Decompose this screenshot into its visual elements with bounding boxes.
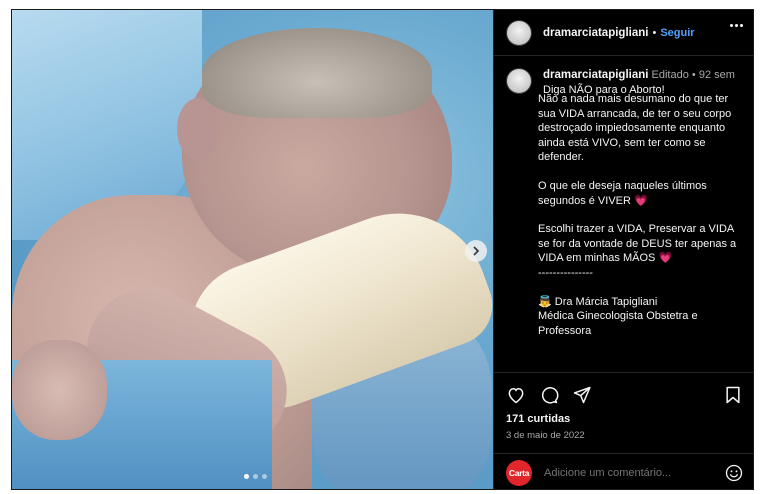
commenter-avatar: Carta	[506, 460, 532, 486]
signature-name: Dra Márcia Tapigliani	[554, 295, 658, 308]
signature: 👼 Dra Márcia Tapigliani Médica Ginecologi…	[538, 295, 748, 339]
follow-button[interactable]: Seguir	[660, 27, 694, 39]
carousel-dots	[244, 474, 267, 479]
angel-emoji: 👼	[538, 295, 552, 308]
post-window: dramarciatapigliani • Seguir dramarciata…	[11, 9, 754, 490]
heart-icon[interactable]	[506, 385, 526, 405]
caption-paragraph: O que ele deseja naqueles últimos segund…	[538, 179, 748, 208]
post-side-panel: dramarciatapigliani • Seguir dramarciata…	[493, 10, 753, 489]
caption-username[interactable]: dramarciatapigliani	[543, 69, 648, 81]
carousel-dot	[262, 474, 267, 479]
post-photo[interactable]	[12, 10, 493, 489]
caption-paragraph-text: O que ele deseja naqueles últimos segund…	[538, 179, 707, 207]
avatar[interactable]	[506, 68, 532, 94]
comment-icon[interactable]	[539, 385, 559, 405]
caption-text: Não a nada mais desumano do que ter sua …	[538, 92, 748, 338]
next-arrow-icon[interactable]	[465, 240, 487, 262]
heart-emoji: 💗	[634, 194, 648, 207]
heart-emoji: 💗	[658, 252, 673, 265]
newborn-ear	[177, 98, 219, 160]
emoji-icon[interactable]	[724, 463, 744, 483]
newborn-hair	[202, 28, 432, 118]
avatar[interactable]	[506, 19, 532, 46]
carousel-dot	[244, 474, 249, 479]
carousel-dot	[253, 474, 258, 479]
newborn-hand	[12, 340, 107, 440]
separator: •	[691, 69, 696, 81]
comment-row: Carta	[494, 453, 753, 489]
separator: •	[652, 26, 657, 39]
caption-paragraph: Não a nada mais desumano do que ter sua …	[538, 93, 732, 164]
more-options-icon[interactable]	[730, 24, 743, 27]
username[interactable]: dramarciatapigliani	[543, 27, 648, 39]
caption-paragraph: Escolhi trazer a VIDA, Preservar a VIDA …	[538, 222, 748, 266]
caption-paragraph-text: Escolhi trazer a VIDA, Preservar a VIDA …	[538, 223, 737, 265]
caption-divider: ---------------	[538, 266, 593, 279]
likes-count[interactable]: 171 curtidas	[506, 413, 570, 425]
share-icon[interactable]	[572, 385, 592, 405]
post-header: dramarciatapigliani • Seguir	[494, 10, 753, 56]
signature-role: Médica Ginecologista Obstetra e Professo…	[538, 310, 698, 337]
post-date[interactable]: 3 de maio de 2022	[506, 430, 585, 441]
time-ago[interactable]: 92 sem	[699, 69, 735, 81]
comment-input[interactable]	[542, 466, 724, 480]
bookmark-icon[interactable]	[723, 385, 743, 405]
actions-bar: 171 curtidas 3 de maio de 2022 Carta	[494, 372, 753, 486]
edited-label: Editado	[651, 69, 689, 81]
